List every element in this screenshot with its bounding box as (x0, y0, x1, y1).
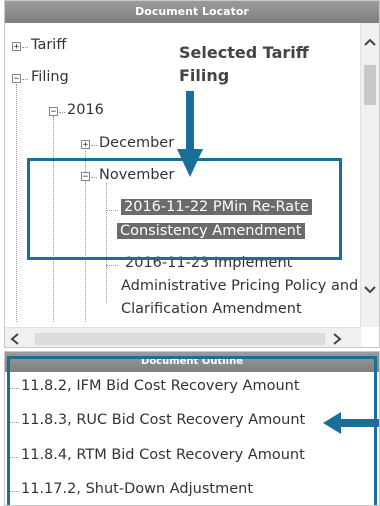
horizontal-scrollbar-thumb[interactable] (35, 333, 325, 345)
minus-expander-icon[interactable]: − (12, 74, 21, 84)
outline-highlight-box (7, 356, 377, 505)
tree-node-tariff[interactable]: Tariff (31, 37, 66, 53)
annotation-selected-tariff-filing: Selected Tariff Filing (179, 41, 309, 87)
tree-node-filing-2016-11-23-line2[interactable]: Administrative Pricing Policy and (121, 278, 358, 294)
annotation-line1: Selected Tariff (179, 43, 309, 62)
tree-node-december[interactable]: December (99, 135, 174, 151)
locator-tree: + Tariff − Filing − 2016 + December − No… (5, 23, 361, 323)
document-locator-title: Document Locator (5, 1, 379, 23)
document-outline-panel: Document Outline 11.8.2, IFM Bid Cost Re… (4, 351, 380, 506)
tree-node-2016[interactable]: 2016 (67, 102, 104, 118)
horizontal-scrollbar[interactable] (5, 327, 361, 347)
selection-highlight-box (27, 158, 342, 260)
plus-expander-icon[interactable]: + (81, 140, 90, 150)
document-locator-panel: Document Locator + Tariff − Filing − 201… (4, 0, 380, 348)
minus-expander-icon[interactable]: − (49, 107, 58, 117)
chevron-down-icon[interactable] (361, 279, 379, 301)
tree-node-filing-2016-11-23-line3[interactable]: Clarification Amendment (121, 301, 302, 317)
scrollbar-thumb[interactable] (364, 65, 376, 105)
chevron-right-icon[interactable] (331, 328, 343, 347)
annotation-line2: Filing (179, 66, 230, 85)
plus-expander-icon[interactable]: + (12, 42, 21, 52)
chevron-left-icon[interactable] (9, 328, 21, 347)
tree-node-filing[interactable]: Filing (31, 69, 69, 85)
chevron-up-icon[interactable] (361, 31, 379, 53)
vertical-scrollbar[interactable] (360, 23, 379, 327)
arrow-left-icon (323, 412, 379, 434)
